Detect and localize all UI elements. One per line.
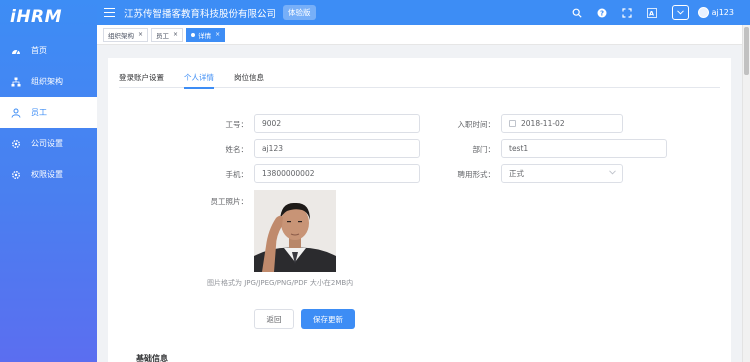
chevron-down-icon — [676, 10, 684, 15]
help-icon[interactable]: ? — [597, 8, 607, 18]
company-name: 江苏传智播客教育科技股份有限公司 — [124, 8, 277, 20]
name-label: 姓名： — [225, 145, 249, 154]
close-icon[interactable]: × — [138, 31, 143, 38]
save-button[interactable]: 保存更新 — [301, 309, 355, 329]
photo-hint: 图片格式为 JPG/JPEG/PNG/PDF 大小在2MB内 — [207, 279, 354, 287]
tag-label: 组织架构 — [108, 31, 134, 40]
tab-job-info[interactable]: 岗位信息 — [234, 66, 264, 88]
dashboard-icon — [10, 45, 22, 57]
employee-photo[interactable] — [254, 190, 336, 272]
name-field[interactable]: aj123 — [254, 139, 420, 158]
tab-login-account[interactable]: 登录账户设置 — [119, 66, 164, 88]
org-tree-icon — [10, 76, 22, 88]
tab-personal-detail[interactable]: 个人详情 — [184, 66, 214, 89]
gear-icon — [10, 138, 22, 150]
job-number-field[interactable]: 9002 — [254, 114, 420, 133]
sidebar-item-permission[interactable]: 权限设置 — [0, 159, 97, 190]
hamburger-icon[interactable] — [104, 8, 115, 17]
mobile-field[interactable]: 13800000002 — [254, 164, 420, 183]
calendar-icon — [509, 120, 516, 127]
entry-date-value: 2018-11-02 — [521, 119, 565, 128]
photo-label: 员工照片： — [210, 197, 249, 206]
sidebar-item-label: 权限设置 — [31, 170, 63, 179]
fullscreen-icon[interactable] — [621, 7, 632, 18]
sidebar-item-label: 公司设置 — [31, 139, 63, 148]
entry-date-picker[interactable]: 2018-11-02 — [501, 114, 623, 133]
user-menu[interactable]: aj123 — [697, 7, 734, 18]
tag-label: 详情 — [198, 31, 212, 40]
sidebar-item-company[interactable]: 公司设置 — [0, 128, 97, 159]
entry-date-label: 入职时间： — [457, 120, 496, 129]
tag-label: 员工 — [156, 31, 170, 40]
detail-card: 登录账户设置 个人详情 岗位信息 工号： 9002 入职时间： 2018-11-… — [108, 58, 731, 362]
app-logo: iHRM — [10, 7, 63, 27]
svg-text:A: A — [649, 9, 654, 17]
tag-employee[interactable]: 员工 × — [151, 27, 184, 42]
form-type-select[interactable]: 正式 — [501, 164, 623, 183]
sidebar-item-label: 员工 — [31, 108, 47, 117]
font-size-icon[interactable]: A — [646, 7, 657, 18]
dept-field[interactable]: test1 — [501, 139, 667, 158]
job-number-label: 工号： — [225, 120, 249, 129]
back-button[interactable]: 返回 — [254, 309, 294, 329]
sidebar-item-org[interactable]: 组织架构 — [0, 66, 97, 97]
page-scrollbar[interactable] — [742, 25, 750, 362]
active-dot-icon — [191, 32, 196, 37]
sidebar-item-employee[interactable]: 员工 — [0, 97, 97, 128]
tag-org[interactable]: 组织架构 × — [103, 27, 149, 42]
section-title: 基础信息 — [136, 354, 168, 362]
username: aj123 — [711, 8, 734, 17]
form-type-label: 聘用形式： — [457, 170, 496, 179]
tag-detail[interactable]: 详情 × — [186, 27, 226, 42]
close-icon[interactable]: × — [173, 31, 178, 38]
employee-icon — [10, 107, 22, 119]
sidebar-item-label: 组织架构 — [31, 77, 63, 86]
dept-value: test1 — [509, 144, 529, 153]
sidebar-item-home[interactable]: 首页 — [0, 35, 97, 66]
sidebar: iHRM 首页 组织架构 员工 公司设置 权限设置 — [0, 0, 97, 362]
dept-label: 部门： — [472, 145, 496, 154]
scrollbar-thumb[interactable] — [744, 27, 749, 75]
name-value: aj123 — [262, 144, 283, 153]
settings-icon — [10, 169, 22, 181]
job-number-value: 9002 — [262, 119, 282, 128]
mobile-label: 手机： — [225, 170, 249, 179]
dropdown-button[interactable] — [671, 5, 689, 20]
tags-view: 组织架构 × 员工 × 详情 × — [97, 25, 742, 45]
tabs: 登录账户设置 个人详情 岗位信息 — [119, 66, 720, 89]
sidebar-item-label: 首页 — [31, 46, 47, 55]
form-type-value: 正式 — [509, 169, 524, 178]
chevron-down-icon — [609, 170, 616, 175]
svg-text:?: ? — [600, 9, 604, 17]
avatar — [697, 7, 709, 18]
mobile-value: 13800000002 — [262, 169, 315, 178]
trial-badge: 体验版 — [283, 5, 316, 20]
close-icon[interactable]: × — [215, 31, 220, 38]
top-header: 江苏传智播客教育科技股份有限公司 体验版 ? A aj123 — [97, 0, 750, 25]
search-icon[interactable] — [572, 8, 582, 18]
